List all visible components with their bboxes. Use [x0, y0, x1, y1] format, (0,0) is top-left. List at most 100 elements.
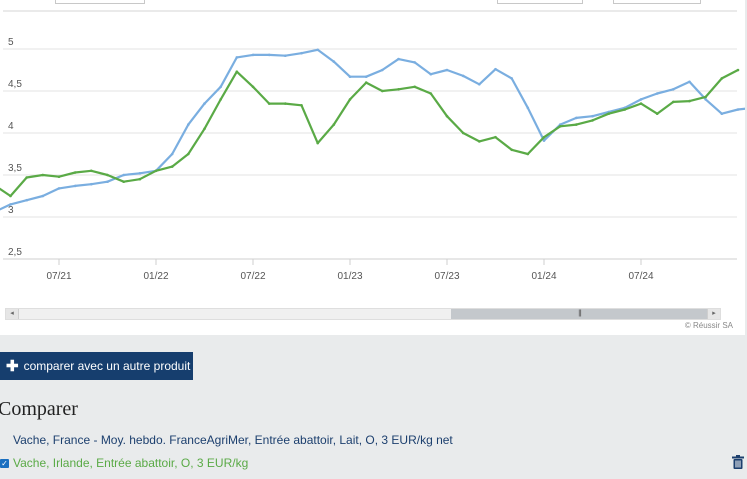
data-point — [623, 108, 627, 111]
scroll-right-arrow-icon[interactable]: ▸ — [707, 309, 720, 319]
x-tick-label: 07/21 — [46, 271, 71, 282]
data-point — [203, 102, 206, 105]
data-point — [526, 152, 530, 156]
data-point — [25, 176, 29, 179]
data-point — [57, 175, 61, 178]
x-tick-label: 01/23 — [337, 271, 362, 282]
compare-heading: Comparer — [0, 398, 78, 420]
data-point — [267, 102, 271, 105]
data-point — [364, 75, 368, 78]
data-point — [300, 51, 303, 55]
data-point — [397, 88, 400, 91]
data-point — [381, 68, 384, 72]
data-point — [655, 92, 659, 95]
data-point — [90, 169, 93, 173]
data-point — [9, 203, 12, 206]
data-point — [736, 108, 740, 111]
data-point — [235, 70, 239, 73]
data-point — [542, 135, 546, 139]
data-point — [251, 85, 255, 89]
compare-item-irlande[interactable]: ✓ Vache, Irlande, Entrée abattoir, O, 3 … — [0, 456, 248, 470]
data-point — [332, 123, 336, 126]
data-point — [591, 119, 594, 122]
data-point — [90, 182, 93, 186]
y-tick-label: 5 — [8, 37, 14, 48]
data-point — [445, 68, 449, 72]
data-point — [494, 67, 497, 71]
data-point — [187, 152, 190, 156]
data-point — [639, 98, 643, 101]
data-point — [284, 102, 287, 105]
data-point — [558, 125, 562, 128]
scroll-left-arrow-icon[interactable]: ◂ — [6, 309, 19, 319]
data-point — [41, 173, 45, 177]
data-point — [688, 99, 691, 103]
data-point — [429, 72, 433, 76]
data-point — [494, 135, 497, 139]
data-point — [251, 53, 255, 57]
data-point — [510, 77, 513, 80]
data-point — [106, 173, 109, 177]
grid-layer: 2,5 3 3,5 4 4,5 5 07/21 01/22 07/22 01/23 07/23 01/… — [3, 37, 737, 282]
data-point — [639, 102, 643, 105]
data-point — [9, 194, 12, 198]
data-point — [720, 77, 724, 80]
y-tick-label: 3,5 — [8, 163, 22, 174]
y-tick-label: 2,5 — [8, 247, 22, 258]
data-point — [397, 57, 400, 61]
data-point — [316, 48, 320, 52]
data-point — [704, 95, 707, 99]
data-point — [219, 85, 222, 89]
data-point — [300, 104, 303, 107]
data-point — [607, 112, 610, 115]
data-point — [526, 106, 530, 110]
data-point — [381, 89, 384, 93]
data-point — [688, 80, 691, 84]
data-point — [575, 116, 578, 120]
data-point — [106, 180, 109, 183]
data-point — [203, 127, 206, 131]
trash-icon[interactable] — [732, 455, 744, 469]
y-tick-label: 4 — [8, 121, 14, 132]
x-tick-label: 07/23 — [434, 271, 459, 282]
data-point — [154, 169, 158, 173]
x-tick-label: 01/22 — [143, 271, 168, 282]
data-point — [73, 184, 77, 188]
data-point — [170, 152, 174, 156]
data-point — [316, 141, 320, 145]
compare-product-button[interactable]: ✚ comparer avec un autre produit — [0, 352, 193, 380]
data-point — [736, 68, 740, 72]
data-point — [138, 177, 142, 181]
data-point — [591, 114, 594, 118]
data-point — [348, 75, 352, 78]
compare-item-france[interactable]: Vache, France - Moy. hebdo. FranceAgriMe… — [13, 433, 453, 447]
data-point — [478, 140, 481, 143]
data-point — [73, 171, 77, 174]
x-tick-label: 07/24 — [628, 271, 653, 282]
scroll-thumb[interactable]: ||| — [451, 309, 708, 319]
data-point — [364, 81, 368, 84]
series-points-2 — [9, 68, 740, 198]
data-point — [510, 148, 513, 152]
data-point — [720, 112, 724, 115]
compare-item-label: Vache, France - Moy. hebdo. FranceAgriMe… — [13, 433, 453, 447]
data-point — [25, 198, 29, 202]
compare-item-label: Vache, Irlande, Entrée abattoir, O, 3 EU… — [13, 456, 249, 470]
data-point — [461, 131, 465, 135]
data-point — [284, 54, 287, 57]
data-point — [672, 88, 675, 91]
data-point — [704, 98, 707, 101]
y-tick-label: 3 — [8, 205, 14, 216]
chart-panel: 2,5 3 3,5 4 4,5 5 07/21 01/22 07/22 01/23 07/23 01/… — [0, 0, 745, 335]
data-point — [187, 123, 190, 126]
data-point — [413, 85, 417, 89]
data-point — [41, 194, 45, 198]
data-point — [57, 187, 61, 190]
chart-scrollbar[interactable]: ◂ ||| ▸ — [5, 308, 721, 320]
checkbox-checked-icon[interactable]: ✓ — [0, 458, 9, 468]
data-point — [267, 53, 271, 57]
data-point — [461, 74, 465, 78]
data-point — [413, 61, 417, 64]
data-point — [445, 114, 449, 118]
data-point — [235, 56, 239, 59]
